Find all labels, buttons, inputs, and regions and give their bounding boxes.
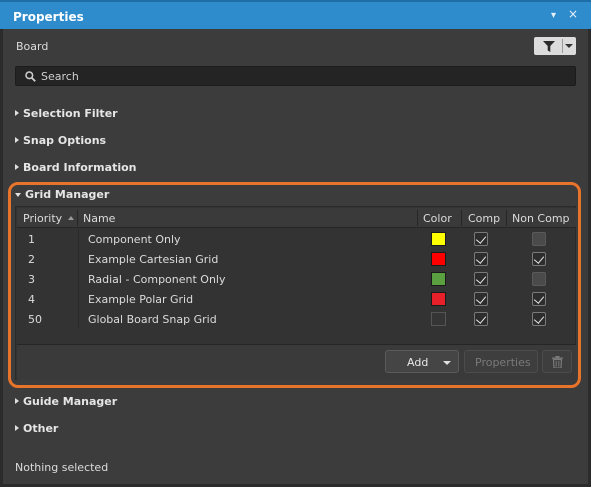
search-icon: [25, 71, 36, 82]
section-snap-options[interactable]: Snap Options: [15, 134, 106, 147]
expand-arrow-icon: [15, 137, 19, 143]
expand-arrow-icon: [15, 398, 19, 404]
object-type-label: Board: [16, 40, 49, 53]
funnel-icon: [543, 41, 555, 52]
section-label: Other: [23, 422, 59, 435]
section-board-information[interactable]: Board Information: [15, 161, 137, 174]
section-other[interactable]: Other: [15, 422, 58, 435]
search-placeholder: Search: [41, 70, 79, 83]
section-label: Snap Options: [23, 134, 107, 147]
section-label: Selection Filter: [23, 107, 118, 120]
chevron-down-icon[interactable]: [565, 44, 573, 48]
status-text: Nothing selected: [15, 461, 109, 474]
panel-menu-icon[interactable]: ▾: [551, 11, 556, 21]
expand-arrow-icon: [15, 425, 19, 431]
panel-titlebar: Properties ▾ ×: [0, 0, 591, 29]
expand-arrow-icon: [15, 164, 19, 170]
search-input[interactable]: Search: [15, 66, 576, 86]
grid-manager-highlight: [8, 182, 581, 388]
expand-arrow-icon: [15, 110, 19, 116]
close-icon[interactable]: ×: [568, 8, 578, 20]
section-guide-manager[interactable]: Guide Manager: [15, 395, 117, 408]
filter-button[interactable]: [534, 37, 576, 55]
filter-button-divider: [562, 39, 563, 53]
panel-title: Properties: [13, 10, 84, 24]
section-label: Guide Manager: [23, 395, 118, 408]
section-label: Board Information: [23, 161, 137, 174]
section-selection-filter[interactable]: Selection Filter: [15, 107, 118, 120]
